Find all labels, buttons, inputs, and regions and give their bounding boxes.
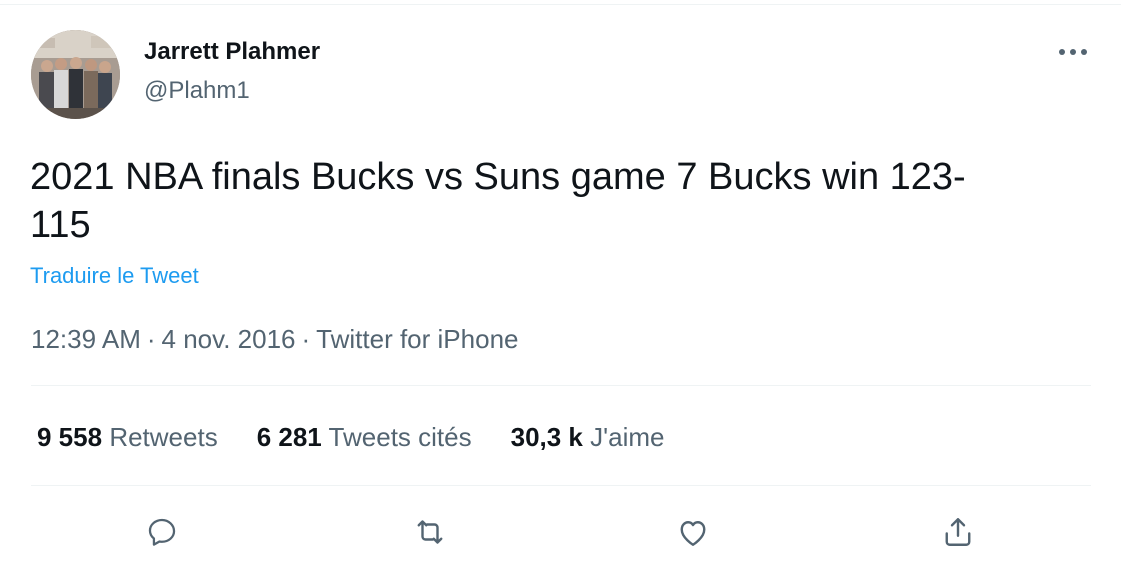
- likes-label: J'aime: [590, 422, 665, 452]
- more-horizontal-icon: [1059, 49, 1087, 55]
- tweet-date[interactable]: 4 nov. 2016: [162, 324, 296, 354]
- separator-dot: ·: [146, 324, 156, 354]
- quote-tweets-stat[interactable]: 6 281 Tweets cités: [257, 422, 472, 453]
- quote-tweets-label: Tweets cités: [328, 422, 472, 452]
- tweet-text-line-1: 2021 NBA finals Bucks vs Suns game 7 Buc…: [30, 156, 966, 198]
- author-handle[interactable]: @Plahm1: [144, 77, 250, 105]
- avatar-photo: [31, 30, 120, 119]
- divider: [31, 485, 1091, 486]
- quote-tweets-count: 6 281: [256, 422, 322, 452]
- separator-dot: ·: [301, 324, 311, 354]
- reply-icon: [148, 518, 176, 546]
- tweet-source[interactable]: Twitter for iPhone: [316, 324, 518, 354]
- heart-icon: [680, 521, 706, 546]
- share-icon: [945, 518, 971, 546]
- tweet-time[interactable]: 12:39 AM: [31, 324, 141, 354]
- retweets-count: 9 558: [37, 422, 103, 452]
- likes-count: 30,3 k: [510, 422, 583, 452]
- retweet-button[interactable]: [408, 510, 452, 554]
- retweets-label: Retweets: [109, 422, 218, 452]
- retweet-icon: [417, 520, 443, 544]
- engagement-stats: 9 558 Retweets 6 281 Tweets cités 30,3 k…: [37, 422, 664, 453]
- tweet-actions-bar: [0, 510, 1121, 554]
- tweet-text-line-2: 115: [30, 204, 91, 246]
- retweets-stat[interactable]: 9 558 Retweets: [37, 422, 218, 453]
- likes-stat[interactable]: 30,3 k J'aime: [511, 422, 665, 453]
- top-border: [0, 4, 1121, 5]
- more-options-button[interactable]: [1050, 34, 1096, 70]
- tweet-text: 2021 NBA finals Bucks vs Suns game 7 Buc…: [30, 153, 1070, 249]
- like-button[interactable]: [671, 510, 715, 554]
- tweet-metadata: 12:39 AM · 4 nov. 2016 · Twitter for iPhone: [31, 324, 518, 355]
- reply-button[interactable]: [140, 510, 184, 554]
- divider: [31, 385, 1091, 386]
- translate-tweet-link[interactable]: Traduire le Tweet: [30, 263, 199, 289]
- author-name[interactable]: Jarrett Plahmer: [144, 38, 320, 66]
- avatar[interactable]: [31, 30, 120, 119]
- share-button[interactable]: [936, 510, 980, 554]
